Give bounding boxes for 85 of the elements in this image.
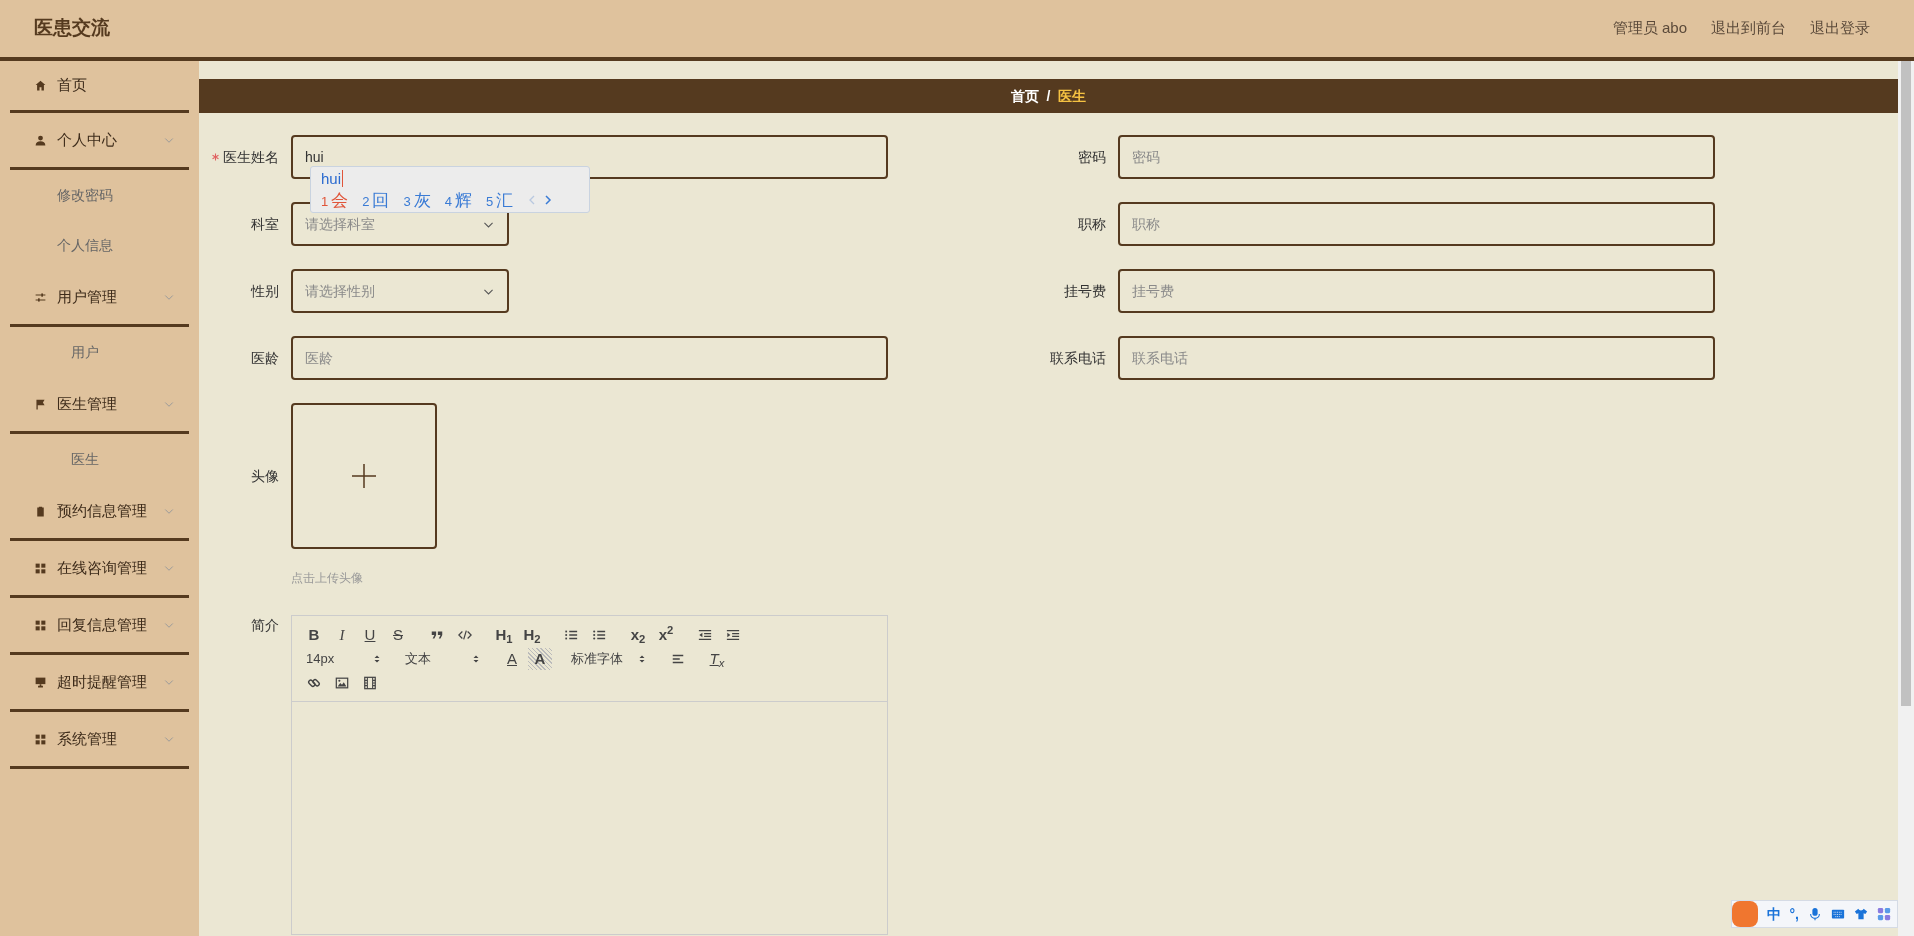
toolbar-button[interactable]: A: [528, 648, 552, 670]
header-link[interactable]: 退出到前台: [1711, 17, 1786, 40]
sidebar-subitem[interactable]: 用户: [0, 327, 199, 377]
updown-caret-icon: [372, 653, 382, 665]
toolbar-select[interactable]: 文本: [401, 648, 485, 670]
input-field[interactable]: 医龄: [291, 336, 888, 380]
toolbar-button[interactable]: U: [358, 624, 382, 646]
input-field[interactable]: 联系电话: [1118, 336, 1715, 380]
field-label: 科室: [251, 214, 279, 234]
link-icon: [307, 676, 321, 690]
upload-box[interactable]: [291, 403, 437, 549]
toolbar-button[interactable]: A: [500, 648, 524, 670]
sidebar-item[interactable]: 超时提醒管理: [10, 655, 189, 712]
shirt-icon: [1854, 907, 1868, 921]
punctuation-toggle[interactable]: °,: [1789, 903, 1799, 925]
grid-icon: [1877, 907, 1891, 921]
updown-caret-icon: [471, 653, 481, 665]
rich-text-editor[interactable]: B I U S H$_{1}$ H$_{2}$ x$_{2}$ x$^{2}$ 14px 文本 A A 标准字体 T$_{x}$: [291, 615, 888, 935]
input-field[interactable]: 挂号费: [1118, 269, 1715, 313]
toolbar-select[interactable]: 14px: [302, 648, 386, 670]
scrollbar-thumb[interactable]: [1901, 61, 1911, 706]
monitor-icon: [34, 675, 47, 689]
toolbar-button[interactable]: H$_{1}$: [492, 624, 516, 646]
toolbar-button[interactable]: H$_{2}$: [520, 624, 544, 646]
microphone-icon: [1808, 907, 1822, 921]
sliders-icon: [34, 290, 47, 304]
toolbar-select[interactable]: 标准字体: [567, 648, 651, 670]
toolbar-button[interactable]: T$_{x}$: [705, 648, 729, 670]
toolbar-button[interactable]: x$_{2}$: [626, 624, 650, 646]
grid-icon: [34, 732, 47, 746]
field-label: 职称: [1078, 214, 1106, 234]
field-label: 简介: [251, 617, 279, 633]
app-title: 医患交流: [34, 16, 110, 41]
sidebar-subitem[interactable]: 医生: [0, 434, 199, 484]
home-icon: [34, 79, 47, 92]
toolbar-button[interactable]: S: [386, 624, 410, 646]
header-link[interactable]: 管理员 abo: [1612, 17, 1687, 40]
field-label: 联系电话: [1050, 348, 1106, 368]
field-label: 头像: [251, 467, 279, 484]
align-left-icon: [671, 652, 685, 666]
sidebar-item[interactable]: 用户管理: [10, 270, 189, 327]
sidebar-item[interactable]: 在线咨询管理: [10, 541, 189, 598]
grid-icon: [34, 618, 47, 632]
input-field[interactable]: 职称: [1118, 202, 1715, 246]
scrollbar[interactable]: [1898, 61, 1914, 936]
grid-icon: [34, 561, 47, 575]
sidebar-item[interactable]: 个人中心: [10, 113, 189, 170]
sidebar-subitem[interactable]: 个人信息: [0, 220, 199, 270]
indent-icon: [726, 628, 740, 642]
sidebar-item[interactable]: 预约信息管理: [10, 484, 189, 541]
sidebar-item[interactable]: 首页: [10, 61, 189, 113]
ime-mode-toggle[interactable]: 中: [1766, 903, 1781, 925]
toolbar-button[interactable]: x$^{2}$: [654, 624, 678, 646]
outdent-icon: [698, 628, 712, 642]
film-icon: [363, 676, 377, 690]
plus-icon: [352, 464, 376, 488]
sidebar-subitem[interactable]: 修改密码: [0, 170, 199, 220]
keyboard-icon: [1831, 907, 1845, 921]
field-label: 医生姓名: [223, 147, 279, 167]
input-field[interactable]: 密码: [1118, 135, 1715, 179]
sidebar-item[interactable]: 回复信息管理: [10, 598, 189, 655]
field-label: 挂号费: [1064, 281, 1106, 301]
user-icon: [34, 133, 47, 147]
updown-caret-icon: [637, 653, 647, 665]
sidebar-item[interactable]: 医生管理: [10, 377, 189, 434]
breadcrumb-link[interactable]: 首页: [1010, 85, 1039, 107]
image-icon: [335, 676, 349, 690]
field-label: 医龄: [251, 348, 279, 368]
numbered-list-icon: [564, 628, 578, 642]
chevron-right-icon: [543, 194, 554, 206]
bullet-list-icon: [592, 628, 606, 642]
ime-logo-icon: [1731, 901, 1758, 927]
breadcrumb-link[interactable]: 医生: [1058, 85, 1087, 107]
sidebar-item[interactable]: 系统管理: [10, 712, 189, 769]
upload-hint: 点击上传头像: [291, 571, 363, 585]
breadcrumb-separator: /: [1046, 86, 1051, 106]
toolbar-button[interactable]: I: [330, 624, 354, 646]
code-icon: [458, 628, 472, 642]
ime-input-text: hui: [321, 170, 344, 187]
header-link[interactable]: 退出登录: [1810, 17, 1870, 40]
toolbar-button[interactable]: B: [302, 624, 326, 646]
clipboard-icon: [34, 504, 47, 518]
flag-icon: [34, 397, 47, 411]
field-label: 密码: [1078, 147, 1106, 167]
field-label: 性别: [251, 281, 279, 301]
